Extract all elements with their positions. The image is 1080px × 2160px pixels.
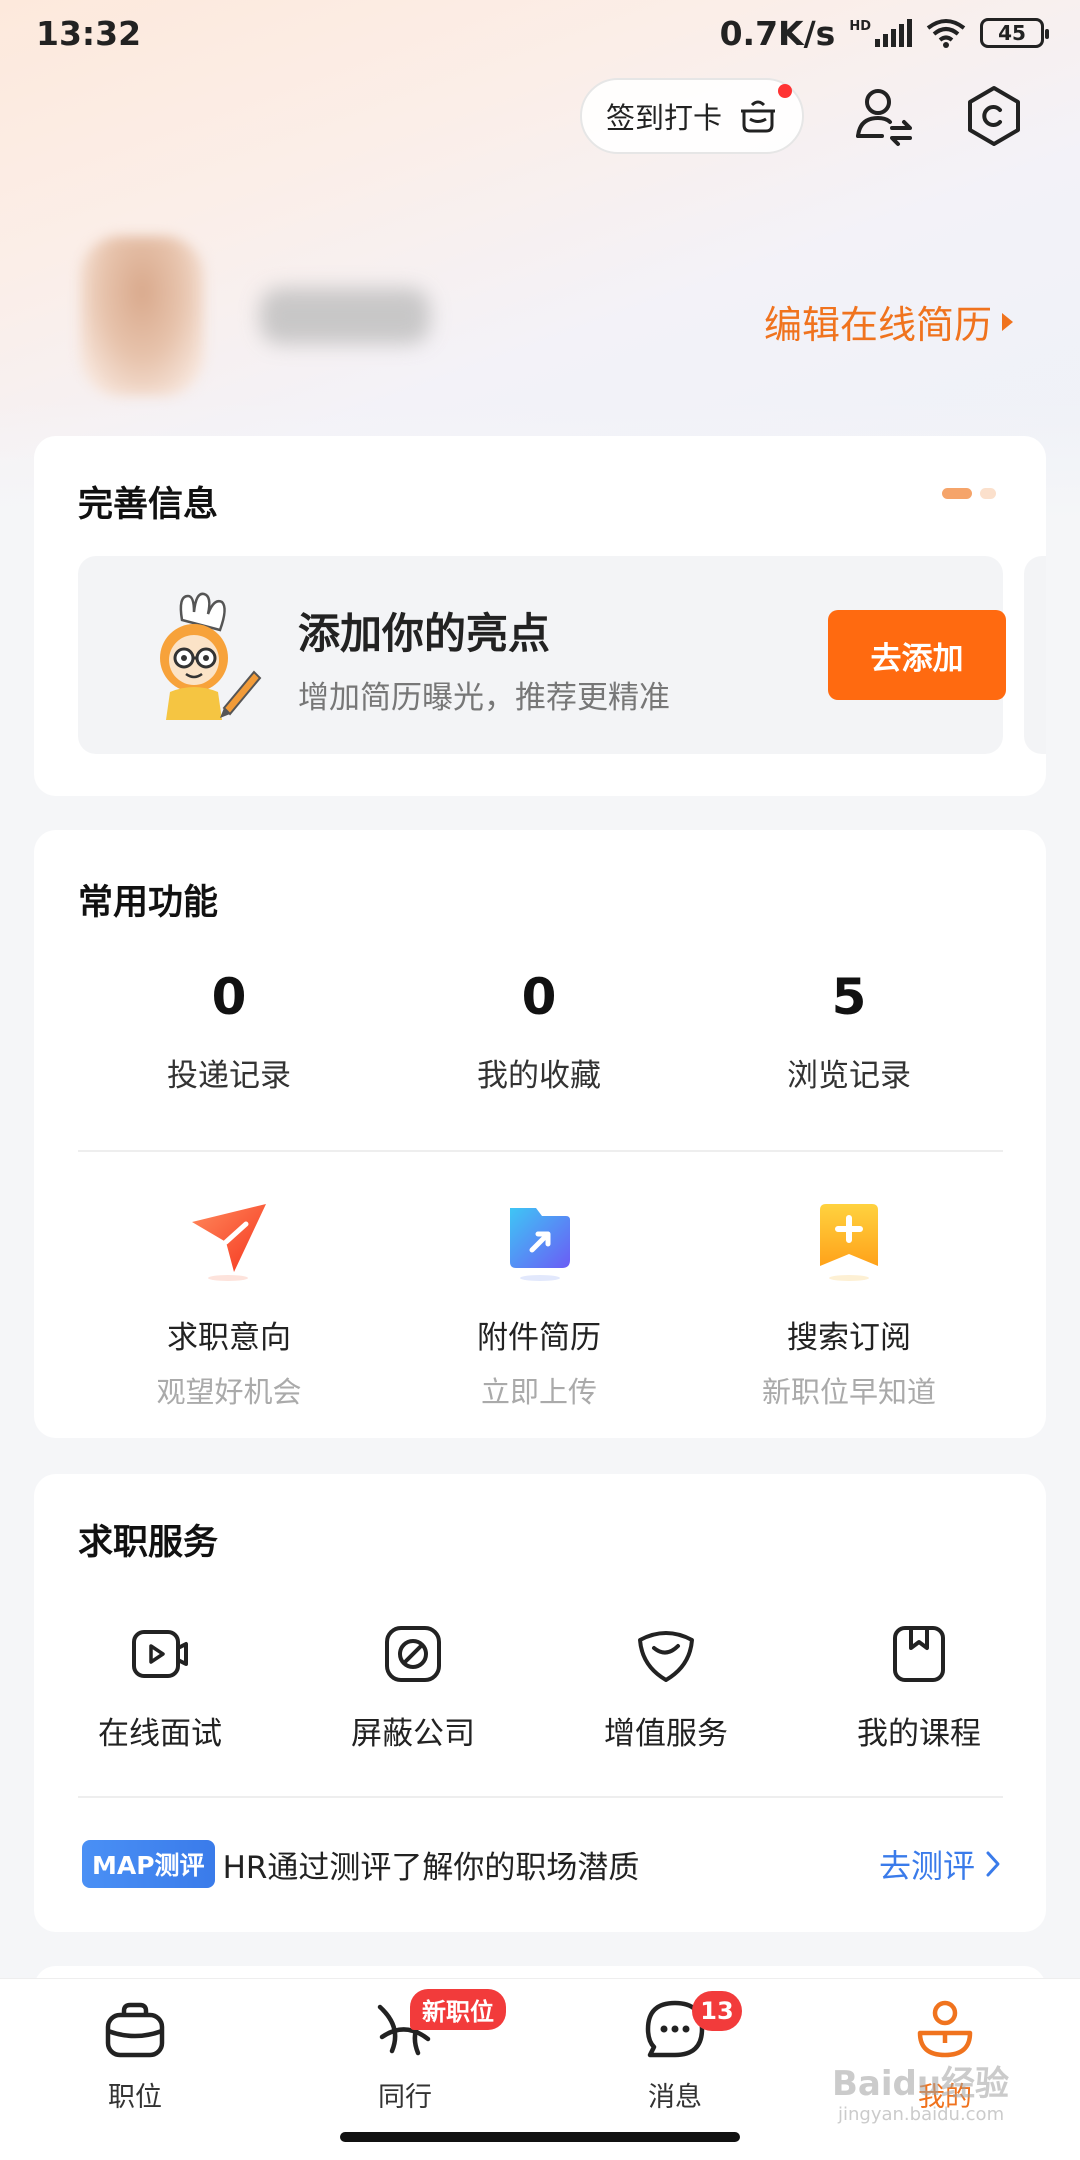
- settings-icon[interactable]: [962, 84, 1026, 148]
- switch-identity-icon[interactable]: [852, 84, 916, 148]
- service-my-courses[interactable]: 我的课程: [804, 1622, 1034, 1753]
- highlight-card[interactable]: 添加你的亮点 增加简历曝光，推荐更精准 去添加: [78, 556, 1006, 754]
- network-speed: 0.7K/s: [719, 13, 836, 53]
- stat-favorites[interactable]: 0 我的收藏: [389, 968, 689, 1095]
- block-icon: [385, 1626, 441, 1682]
- divider: [78, 1150, 1003, 1152]
- notification-dot: [778, 84, 792, 98]
- highlight-subtitle: 增加简历曝光，推荐更精准: [298, 680, 670, 716]
- course-icon: [893, 1626, 945, 1682]
- mascot-icon: [160, 592, 262, 720]
- avatar[interactable]: [80, 236, 204, 396]
- edit-resume-label: 编辑在线简历: [764, 303, 993, 347]
- feature-subtitle: 观望好机会: [156, 1375, 302, 1409]
- new-jobs-badge: 新职位: [410, 1989, 506, 2030]
- video-interview-icon: [132, 1630, 188, 1678]
- send-arrow-icon: [192, 1204, 266, 1281]
- section-title: 常用功能: [78, 883, 219, 923]
- service-online-interview[interactable]: 在线面试: [45, 1622, 275, 1753]
- service-block-company[interactable]: 屏蔽公司: [298, 1622, 528, 1753]
- status-bar: 13:32 0.7K/s HD 45: [0, 0, 1080, 66]
- feature-label: 搜索订阅: [787, 1320, 911, 1356]
- map-description: HR通过测评了解你的职场潜质: [222, 1849, 640, 1886]
- service-label: 增值服务: [604, 1716, 728, 1752]
- stat-value: 0: [521, 968, 557, 1026]
- job-services-card: 求职服务 在线面试 屏蔽公司 增值服务 我的课程 MAP测评 HR通过测评了解你…: [34, 1474, 1046, 1932]
- stat-label: 浏览记录: [787, 1058, 911, 1094]
- section-title: 求职服务: [78, 1523, 219, 1563]
- stat-applications[interactable]: 0 投递记录: [79, 968, 379, 1095]
- unread-count-badge: 13: [692, 1991, 742, 2031]
- section-title: 完善信息: [78, 485, 219, 525]
- service-label: 在线面试: [98, 1716, 222, 1752]
- status-indicators: 0.7K/s HD 45: [719, 13, 1049, 53]
- edit-resume-link[interactable]: 编辑在线简历: [764, 294, 1014, 349]
- battery-level: 45: [998, 21, 1026, 45]
- feature-subtitle: 新职位早知道: [761, 1375, 936, 1409]
- complete-info-card: 完善信息 添加你的亮点 增加简历曝光，推荐更精准 去添加: [34, 436, 1046, 796]
- arrow-right-icon: [1002, 312, 1014, 331]
- wifi-icon: [926, 19, 966, 48]
- service-value-added[interactable]: 增值服务: [551, 1622, 781, 1753]
- username-blurred: [260, 288, 430, 344]
- chevron-right-icon: [986, 1851, 1000, 1877]
- service-label: 我的课程: [857, 1716, 981, 1752]
- pager-dots: [942, 488, 996, 499]
- watermark-url: jingyan.baidu.com: [838, 2104, 1005, 2125]
- checkin-label: 签到打卡: [606, 101, 723, 135]
- common-functions-card: 常用功能 0 投递记录 0 我的收藏 5 浏览记录 求职意向 观望好机会 附件简…: [34, 830, 1046, 1438]
- subscribe-icon: [820, 1204, 878, 1281]
- feature-attachment-resume[interactable]: 附件简历 立即上传: [389, 1196, 689, 1411]
- feature-label: 附件简历: [477, 1320, 601, 1356]
- value-added-icon: [638, 1631, 694, 1682]
- map-badge: MAP测评: [82, 1840, 215, 1888]
- briefcase-icon: [105, 2002, 165, 2058]
- highlight-title: 添加你的亮点: [298, 609, 551, 658]
- next-card-peek[interactable]: [1024, 556, 1046, 754]
- feature-label: 求职意向: [167, 1320, 291, 1356]
- take-assessment-label: 去测评: [878, 1847, 975, 1885]
- stat-label: 我的收藏: [477, 1058, 601, 1094]
- feature-subtitle: 立即上传: [480, 1375, 597, 1409]
- stat-label: 投递记录: [167, 1058, 291, 1094]
- add-highlight-button[interactable]: 去添加: [828, 610, 1006, 700]
- tab-label: 同行: [378, 2082, 432, 2113]
- stat-value: 0: [211, 968, 247, 1026]
- checkin-button[interactable]: 签到打卡: [580, 78, 804, 154]
- service-label: 屏蔽公司: [351, 1716, 475, 1752]
- stat-history[interactable]: 5 浏览记录: [699, 968, 999, 1095]
- tab-label: 消息: [648, 2082, 702, 2113]
- take-assessment-link[interactable]: 去测评: [879, 1841, 1001, 1887]
- tab-jobs[interactable]: 职位: [60, 1997, 210, 2114]
- attachment-icon: [510, 1208, 570, 1281]
- stat-value: 5: [831, 968, 867, 1026]
- profile-icon: [917, 2000, 973, 2058]
- battery-icon: 45: [980, 18, 1049, 48]
- map-assessment-row[interactable]: MAP测评 HR通过测评了解你的职场潜质 去测评: [82, 1836, 1007, 1892]
- tab-peers[interactable]: 新职位 同行: [330, 1989, 506, 2114]
- divider: [78, 1796, 1003, 1798]
- feature-job-intention[interactable]: 求职意向 观望好机会: [79, 1196, 379, 1411]
- tab-label: 职位: [108, 2082, 162, 2113]
- tab-messages[interactable]: 13 消息: [600, 1991, 750, 2114]
- feature-search-subscription[interactable]: 搜索订阅 新职位早知道: [699, 1196, 999, 1411]
- cell-signal-icon: HD: [849, 19, 912, 47]
- pot-icon: [741, 100, 776, 133]
- hd-label: HD: [849, 19, 871, 34]
- home-indicator[interactable]: [340, 2132, 740, 2142]
- status-time: 13:32: [36, 13, 142, 53]
- watermark-logo: Baidu经验: [832, 2064, 1010, 2104]
